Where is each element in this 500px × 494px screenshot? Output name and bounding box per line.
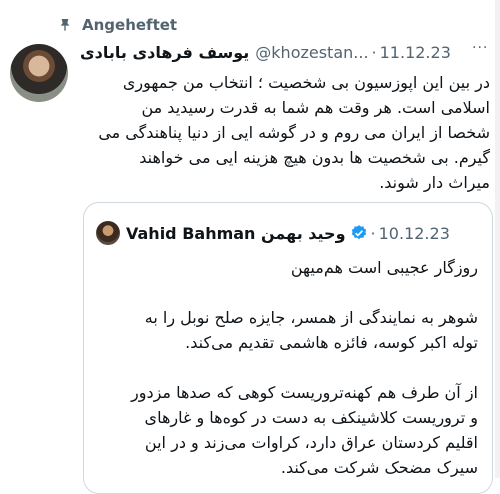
tweet-header: یوسف فرهادی بابادی @khozestan... · 11.12…: [80, 40, 492, 64]
quote-date[interactable]: 10.12.23: [379, 224, 450, 243]
separator-dot: ·: [371, 42, 377, 62]
quoted-tweet[interactable]: Vahid Bahman وحید بهمن · 10.12.23 روزگار…: [83, 202, 493, 494]
verified-badge-icon: [351, 225, 366, 240]
quote-separator-dot: ·: [370, 223, 376, 243]
quote-paragraph: روزگار عجیبی است هم‌میهن: [290, 258, 478, 277]
scrollbar[interactable]: [495, 0, 500, 478]
pinned-label: Angeheftet: [82, 16, 178, 34]
pin-icon: [60, 19, 70, 31]
quote-author-name[interactable]: Vahid Bahman وحید بهمن: [126, 224, 346, 243]
quote-paragraph: از آن طرف هم کهنه‌تروریست کوهی که صدها م…: [131, 383, 478, 477]
quote-text: روزگار عجیبی است هم‌میهن شوهر به نمایندگ…: [96, 255, 478, 493]
quote-header: Vahid Bahman وحید بهمن · 10.12.23: [96, 221, 450, 245]
tweet-date[interactable]: 11.12.23: [380, 43, 451, 62]
quote-avatar[interactable]: [96, 221, 120, 245]
quote-paragraph: شوهر به نمایندگی از همسر، جایزه صلح نوبل…: [144, 308, 478, 352]
avatar[interactable]: [10, 44, 68, 102]
pinned-indicator: Angeheftet: [57, 14, 177, 36]
tweet-text: در بین این اپوزسیون بی شخصیت ؛ انتخاب من…: [98, 73, 490, 192]
author-handle[interactable]: @khozestan...: [255, 43, 368, 62]
author-name[interactable]: یوسف فرهادی بابادی: [80, 43, 249, 62]
